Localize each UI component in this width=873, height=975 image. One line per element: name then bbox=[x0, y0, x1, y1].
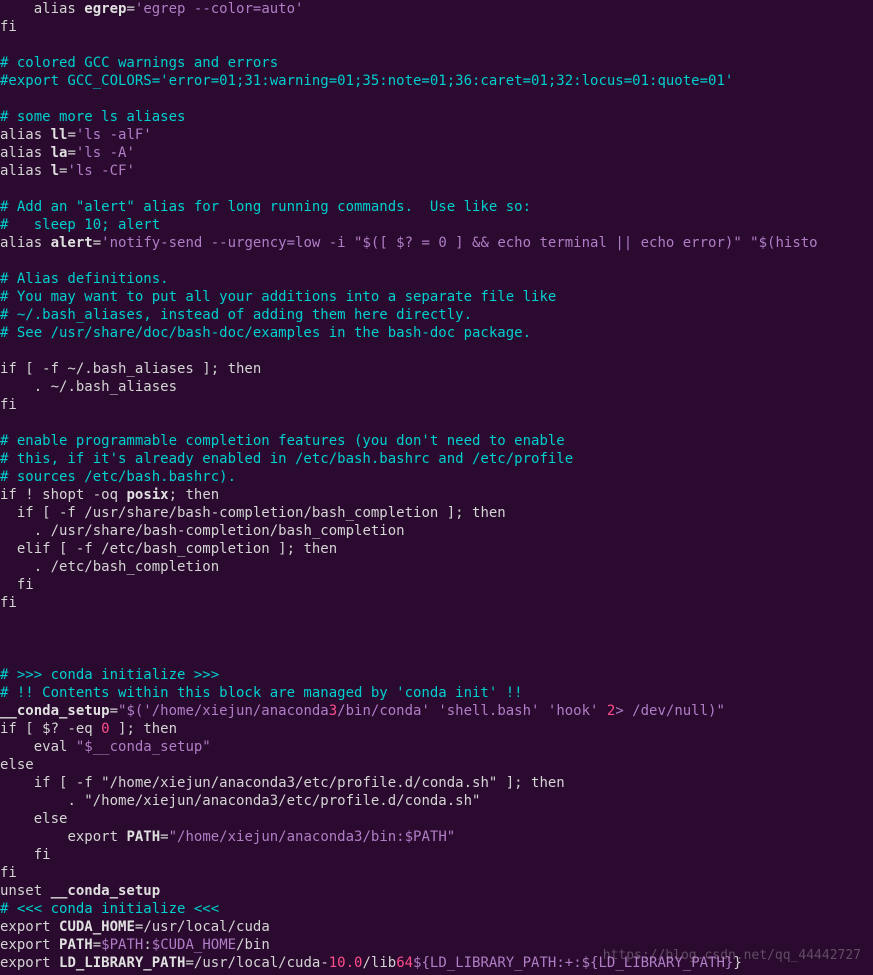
code-content: alias egrep='egrep --color=auto'fi # col… bbox=[0, 0, 873, 972]
code-editor[interactable]: alias egrep='egrep --color=auto'fi # col… bbox=[0, 0, 873, 975]
